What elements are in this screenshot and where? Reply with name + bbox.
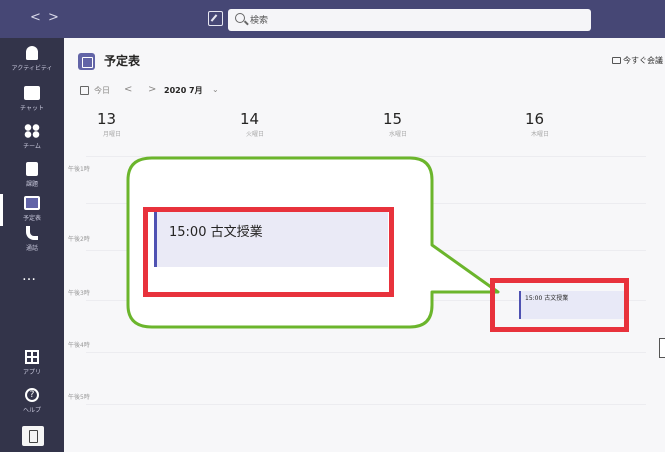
chat-icon bbox=[24, 86, 40, 100]
day-weekday: 月曜日 bbox=[103, 131, 122, 138]
bell-icon bbox=[26, 46, 38, 60]
page-title: 予定表 bbox=[104, 54, 141, 68]
more-icon: … bbox=[22, 268, 37, 284]
device-icon[interactable] bbox=[22, 426, 44, 446]
time-label: 午後1時 bbox=[68, 166, 90, 173]
highlight-box-event bbox=[490, 278, 629, 332]
time-label: 午後2時 bbox=[68, 236, 90, 243]
side-panel-handle[interactable] bbox=[659, 338, 665, 358]
forward-button[interactable]: > bbox=[48, 10, 59, 25]
calendar-app-icon bbox=[78, 53, 95, 70]
teams-icon bbox=[24, 124, 40, 138]
rail-item-help[interactable]: ? ヘルプ bbox=[0, 382, 64, 422]
day-header[interactable]: 14 火曜日 bbox=[240, 110, 264, 138]
highlight-box-zoomed bbox=[143, 207, 394, 297]
grid-line bbox=[86, 404, 646, 405]
assignments-icon bbox=[26, 162, 38, 176]
day-number: 16 bbox=[525, 110, 545, 128]
rail-item-label: 課題 bbox=[25, 181, 38, 188]
day-header[interactable]: 15 水曜日 bbox=[383, 110, 407, 138]
time-label: 午後3時 bbox=[68, 290, 90, 297]
time-label: 午後4時 bbox=[68, 342, 90, 349]
today-icon[interactable] bbox=[80, 86, 89, 95]
day-header[interactable]: 13 月曜日 bbox=[97, 110, 121, 138]
rail-item-label: ヘルプ bbox=[22, 407, 41, 414]
time-label: 午後5時 bbox=[68, 394, 90, 401]
rail-item-apps[interactable]: アプリ bbox=[0, 344, 64, 384]
day-weekday: 木曜日 bbox=[531, 131, 550, 138]
grid-line bbox=[86, 203, 646, 204]
phone-icon bbox=[26, 226, 38, 240]
rail-item-label: チーム bbox=[23, 143, 41, 150]
meet-now-button[interactable]: 今すぐ会議 bbox=[612, 55, 663, 66]
grid-line bbox=[86, 352, 646, 353]
previous-week-button[interactable]: < bbox=[124, 84, 132, 95]
calendar-icon bbox=[24, 196, 40, 210]
day-number: 13 bbox=[97, 110, 117, 128]
meet-now-label: 今すぐ会議 bbox=[623, 56, 663, 65]
day-weekday: 火曜日 bbox=[246, 131, 265, 138]
rail-item-calls[interactable]: 通話 bbox=[0, 220, 64, 260]
search-placeholder: 検索 bbox=[250, 16, 269, 26]
rail-item-label: アクティビティ bbox=[11, 65, 53, 72]
video-camera-icon bbox=[612, 57, 621, 64]
rail-item-label: チャット bbox=[20, 105, 44, 112]
rail-item-teams[interactable]: チーム bbox=[0, 118, 64, 158]
grid-line bbox=[86, 156, 646, 157]
next-week-button[interactable]: > bbox=[148, 84, 156, 95]
search-icon bbox=[235, 13, 245, 23]
title-bar: < > 検索 bbox=[0, 0, 665, 38]
rail-item-label: 通話 bbox=[25, 245, 38, 252]
app-rail: アクティビティ チャット チーム 課題 予定表 通話 … アプリ ? ヘルプ bbox=[0, 38, 64, 452]
rail-item-activity[interactable]: アクティビティ bbox=[0, 40, 64, 80]
month-selector[interactable]: 2020 7月 bbox=[164, 85, 203, 96]
day-number: 14 bbox=[240, 110, 260, 128]
chevron-down-icon[interactable]: ⌄ bbox=[212, 85, 219, 94]
day-header[interactable]: 16 木曜日 bbox=[525, 110, 549, 138]
rail-item-label: アプリ bbox=[22, 369, 41, 376]
new-chat-icon[interactable] bbox=[208, 11, 223, 26]
help-icon: ? bbox=[25, 388, 39, 402]
back-button[interactable]: < bbox=[30, 10, 41, 25]
today-button[interactable]: 今日 bbox=[94, 85, 110, 96]
search-input[interactable]: 検索 bbox=[228, 9, 591, 31]
apps-icon bbox=[25, 350, 39, 364]
day-weekday: 水曜日 bbox=[389, 131, 408, 138]
rail-item-more[interactable]: … bbox=[0, 268, 64, 308]
rail-item-chat[interactable]: チャット bbox=[0, 80, 64, 120]
day-number: 15 bbox=[383, 110, 403, 128]
